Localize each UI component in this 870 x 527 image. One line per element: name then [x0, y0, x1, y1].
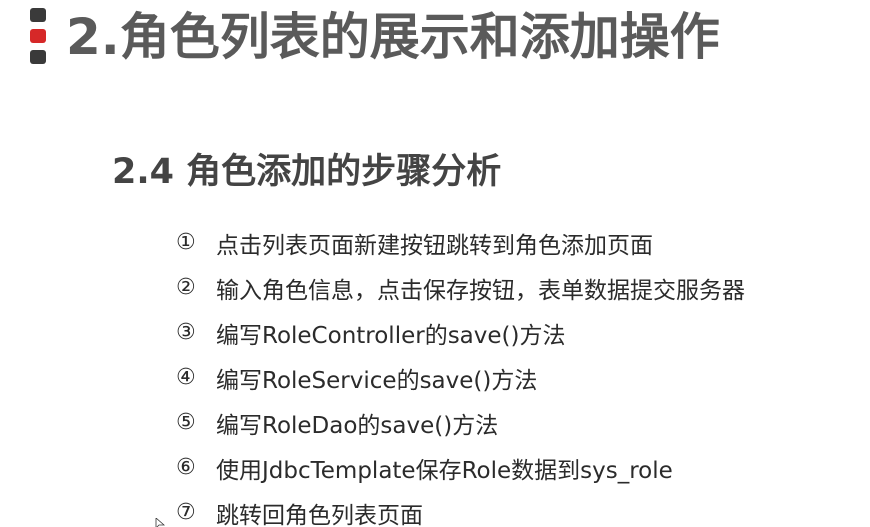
step-text: 编写RoleDao的save()方法: [216, 412, 499, 439]
step-item: ③ 编写RoleController的save()方法: [176, 310, 745, 355]
step-number: ①: [176, 230, 196, 255]
step-item: ⑦ 跳转回角色列表页面: [176, 490, 745, 527]
section-title: 2.4 角色添加的步骤分析: [112, 152, 502, 192]
step-item: ⑤ 编写RoleDao的save()方法: [176, 400, 745, 445]
step-number: ⑦: [176, 500, 196, 525]
marker-bottom-block: [30, 50, 46, 64]
step-item: ① 点击列表页面新建按钮跳转到角色添加页面: [176, 220, 745, 265]
step-number: ④: [176, 365, 196, 390]
step-item: ④ 编写RoleService的save()方法: [176, 355, 745, 400]
marker-top-block: [30, 8, 46, 22]
step-item: ⑥ 使用JdbcTemplate保存Role数据到sys_role: [176, 445, 745, 490]
step-item: ② 输入角色信息，点击保存按钮，表单数据提交服务器: [176, 265, 745, 310]
step-number: ③: [176, 320, 196, 345]
page-title: 2.角色列表的展示和添加操作: [66, 8, 720, 66]
step-text: 点击列表页面新建按钮跳转到角色添加页面: [216, 232, 653, 259]
step-number: ⑥: [176, 455, 196, 480]
step-text: 编写RoleController的save()方法: [216, 322, 566, 349]
mouse-pointer-icon: [155, 518, 165, 527]
section-marker-icon: [30, 8, 46, 66]
step-number: ②: [176, 275, 196, 300]
steps-list: ① 点击列表页面新建按钮跳转到角色添加页面 ② 输入角色信息，点击保存按钮，表单…: [176, 220, 745, 527]
step-text: 编写RoleService的save()方法: [216, 367, 538, 394]
step-text: 输入角色信息，点击保存按钮，表单数据提交服务器: [216, 277, 745, 304]
slide: 2.角色列表的展示和添加操作 2.4 角色添加的步骤分析 ① 点击列表页面新建按…: [0, 0, 870, 527]
step-text: 使用JdbcTemplate保存Role数据到sys_role: [216, 457, 673, 484]
step-number: ⑤: [176, 410, 196, 435]
step-text: 跳转回角色列表页面: [216, 502, 423, 527]
marker-middle-block: [30, 29, 46, 43]
